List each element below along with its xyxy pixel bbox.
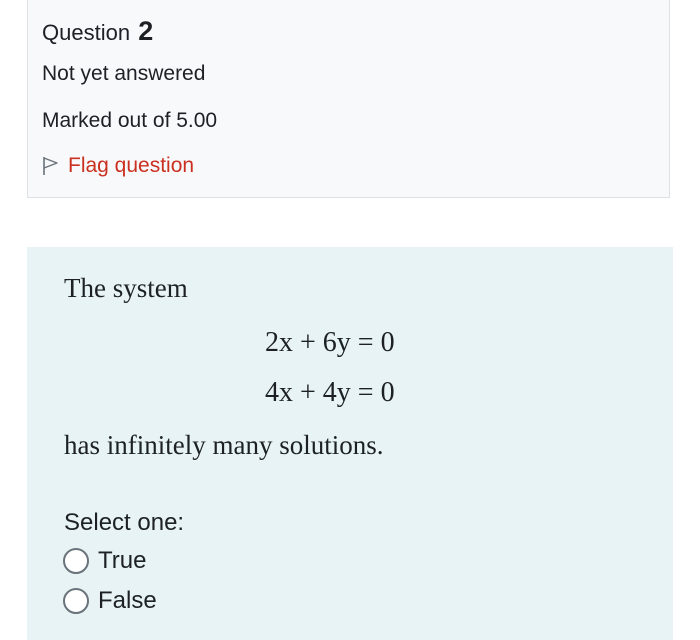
question-number-value: 2 <box>138 16 154 46</box>
question-state: Not yet answered <box>42 62 206 85</box>
flag-question-label: Flag question <box>68 154 195 177</box>
equation-1: 2x + 6y = 0 <box>265 327 395 358</box>
question-info-panel: Question 2 Not yet answered Marked out o… <box>27 0 670 198</box>
question-formulation: The system 2x + 6y = 0 4x + 4y = 0 has i… <box>27 247 673 640</box>
question-label: Question <box>42 20 131 45</box>
option-label-true: True <box>98 547 147 574</box>
question-text-intro: The system <box>64 273 188 303</box>
answer-option-false[interactable]: False <box>63 587 157 615</box>
option-label-false: False <box>98 587 157 614</box>
flag-outline-icon <box>43 157 58 175</box>
answer-prompt: Select one: <box>64 509 185 536</box>
radio-button-true[interactable] <box>63 548 89 574</box>
answer-option-true[interactable]: True <box>63 547 146 575</box>
flag-question-link[interactable]: Flag question <box>42 154 194 178</box>
question-grade: Marked out of 5.00 <box>42 109 218 132</box>
question-text-conclusion: has infinitely many solutions. <box>64 430 384 460</box>
equation-2: 4x + 4y = 0 <box>265 377 395 408</box>
radio-button-false[interactable] <box>63 588 89 614</box>
question-number: Question 2 <box>42 16 153 47</box>
